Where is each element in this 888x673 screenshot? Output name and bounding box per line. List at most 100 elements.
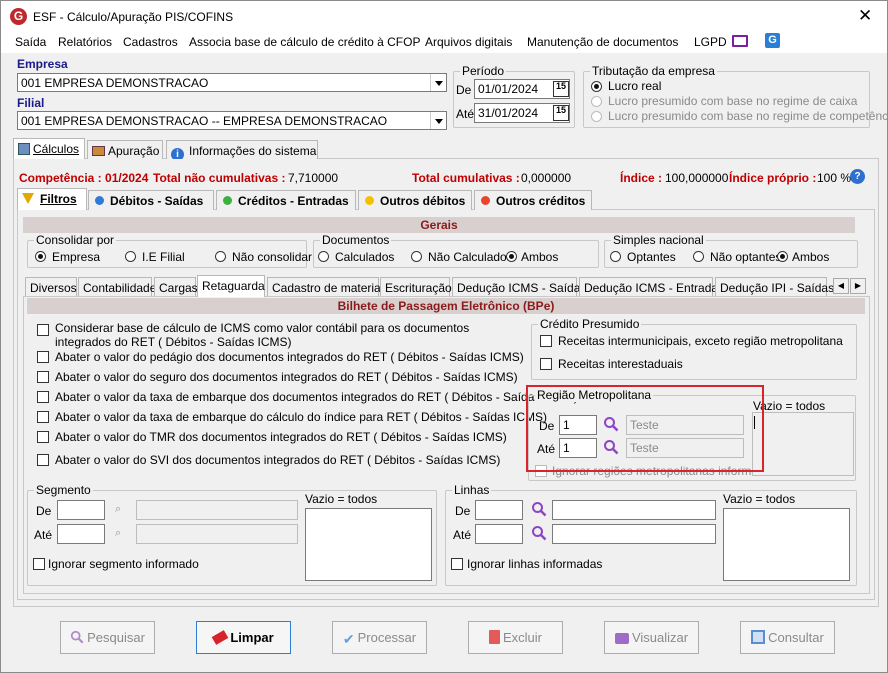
linhas-de-input[interactable] xyxy=(475,500,523,520)
processar-button[interactable]: ✔ Processar xyxy=(332,621,427,654)
radio-nao-consolidar[interactable] xyxy=(215,251,226,262)
radio-lucro-real[interactable] xyxy=(591,81,602,92)
menu-lgpd[interactable]: LGPD xyxy=(694,35,727,49)
segmento-de-input[interactable] xyxy=(57,500,105,520)
tab-retaguarda[interactable]: Retaguarda xyxy=(197,275,265,297)
help-icon[interactable]: ? xyxy=(850,169,865,184)
receitas-interestaduais-label: Receitas interestaduais xyxy=(558,357,683,371)
binoculars-icon[interactable]: ⌕ xyxy=(115,527,121,540)
tab-creditos[interactable]: Créditos - Entradas xyxy=(216,190,356,210)
radio-lucro-presumido-competencia[interactable] xyxy=(591,111,602,122)
chevron-down-icon[interactable] xyxy=(430,112,446,129)
trash-icon xyxy=(488,630,500,644)
tab-outros-creditos[interactable]: Outros créditos xyxy=(474,190,592,210)
checkbox-ignorar-segmento[interactable] xyxy=(33,558,45,570)
segmento-list[interactable] xyxy=(305,508,432,581)
lucro-real-label: Lucro real xyxy=(608,79,662,93)
menu-arquivos[interactable]: Arquivos digitais xyxy=(425,35,512,49)
limpar-label: Limpar xyxy=(230,630,274,645)
radio-ambos-documentos[interactable] xyxy=(506,251,517,262)
consultar-label: Consultar xyxy=(768,630,824,645)
checkbox-bpe-6[interactable] xyxy=(37,454,49,466)
bpe-check-label-1: Abater o valor do pedágio dos documentos… xyxy=(55,350,524,364)
menu-cadastros[interactable]: Cadastros xyxy=(123,35,178,49)
ie-filial-label: I.E Filial xyxy=(142,250,185,264)
linhas-ate-input[interactable] xyxy=(475,524,523,544)
radio-calculados[interactable] xyxy=(318,251,329,262)
menu-bar: Saída Relatórios Cadastros Associa base … xyxy=(1,31,887,53)
tab-scroll-right-icon[interactable]: ▶ xyxy=(850,278,866,294)
menu-associa[interactable]: Associa base de cálculo de crédito à CFO… xyxy=(189,35,420,49)
radio-lucro-presumido-caixa[interactable] xyxy=(591,96,602,107)
consultar-button[interactable]: Consultar xyxy=(740,621,835,654)
checkbox-ignorar-linhas[interactable] xyxy=(451,558,463,570)
visualizar-button[interactable]: Visualizar xyxy=(604,621,699,654)
excluir-button[interactable]: Excluir xyxy=(468,621,563,654)
check-icon: ✔ xyxy=(342,631,355,647)
calendar-icon[interactable]: 15 xyxy=(553,105,569,121)
tab-cargas[interactable]: Cargas xyxy=(154,277,198,296)
nao-consolidar-label: Não consolidar xyxy=(232,250,313,264)
search-icon[interactable] xyxy=(531,501,547,517)
binoculars-icon[interactable]: ⌕ xyxy=(115,503,121,516)
linhas-vazio-label: Vazio = todos xyxy=(723,492,796,506)
eraser-icon xyxy=(212,630,229,645)
calendar-icon[interactable]: 15 xyxy=(553,81,569,97)
checkbox-bpe-2[interactable] xyxy=(37,371,49,383)
lucro-presumido-caixa-label: Lucro presumido com base no regime de ca… xyxy=(608,94,858,108)
tab-debitos[interactable]: Débitos - Saídas xyxy=(88,190,214,210)
nao-optantes-label: Não optantes xyxy=(710,250,782,264)
pesquisar-button[interactable]: Pesquisar xyxy=(60,621,155,654)
menu-saida[interactable]: Saída xyxy=(15,35,46,49)
checkbox-bpe-3[interactable] xyxy=(37,391,49,403)
bpe-header: Bilhete de Passagem Eletrônico (BPe) xyxy=(27,298,865,314)
main-window: G ESF - Cálculo/Apuração PIS/COFINS ✕ Sa… xyxy=(0,0,888,673)
checkbox-bpe-4[interactable] xyxy=(37,411,49,423)
tab-outros-debitos[interactable]: Outros débitos xyxy=(358,190,472,210)
tab-diversos[interactable]: Diversos xyxy=(25,277,77,296)
tab-scroll-left-icon[interactable]: ◀ xyxy=(833,278,849,294)
empresa-select[interactable]: 001 EMPRESA DEMONSTRACAO xyxy=(17,73,447,92)
close-icon[interactable]: ✕ xyxy=(858,7,872,24)
simples-title: Simples nacional xyxy=(611,233,706,247)
radio-nao-calculados[interactable] xyxy=(411,251,422,262)
tab-deducao-icms-entradas[interactable]: Dedução ICMS - Entradas xyxy=(579,277,724,296)
radio-ambos-simples[interactable] xyxy=(777,251,788,262)
tab-cadastro-materiais[interactable]: Cadastro de materiais xyxy=(267,277,389,296)
checkbox-receitas-intermunicipais[interactable] xyxy=(540,335,552,347)
menu-manutencao[interactable]: Manutenção de documentos xyxy=(527,35,678,49)
radio-nao-optantes[interactable] xyxy=(693,251,704,262)
checkbox-bpe-1[interactable] xyxy=(37,351,49,363)
tab-deducao-ipi-saidas[interactable]: Dedução IPI - Saídas xyxy=(715,277,834,296)
radio-empresa[interactable] xyxy=(35,251,46,262)
radio-optantes[interactable] xyxy=(610,251,621,262)
indice-label: Índice : xyxy=(620,171,663,185)
checkbox-bpe-0[interactable] xyxy=(37,324,49,336)
filial-select[interactable]: 001 EMPRESA DEMONSTRACAO -- EMPRESA DEMO… xyxy=(17,111,447,130)
monitor-icon[interactable] xyxy=(732,35,748,47)
search-icon[interactable] xyxy=(531,525,547,541)
segmento-de-desc xyxy=(136,500,298,520)
chevron-down-icon[interactable] xyxy=(430,74,446,91)
credito-presumido-group: Crédito Presumido xyxy=(531,317,857,380)
tab-apuracao[interactable]: Apuração xyxy=(87,140,163,160)
processar-label: Processar xyxy=(357,630,417,645)
linhas-list[interactable] xyxy=(723,508,850,581)
limpar-button[interactable]: Limpar xyxy=(196,621,291,654)
tab-escrituracao[interactable]: Escrituração xyxy=(380,277,452,296)
search-icon xyxy=(70,630,84,644)
support-icon[interactable]: G xyxy=(765,33,780,48)
menu-relatorios[interactable]: Relatórios xyxy=(58,35,112,49)
tab-calculos[interactable]: Cálculos xyxy=(13,138,85,159)
bpe-check-label-6: Abater o valor do SVI dos documentos int… xyxy=(55,453,501,467)
tab-contabilidade[interactable]: Contabilidade xyxy=(78,277,156,296)
tab-filtros[interactable]: Filtros xyxy=(17,188,87,210)
checkbox-receitas-interestaduais[interactable] xyxy=(540,358,552,370)
tab-deducao-icms-saidas[interactable]: Dedução ICMS - Saídas xyxy=(452,277,586,296)
tab-informacoes[interactable]: i Informações do sistema xyxy=(166,140,318,161)
yellow-dot-icon xyxy=(365,196,374,205)
regiao-list[interactable] xyxy=(752,412,854,476)
checkbox-bpe-5[interactable] xyxy=(37,431,49,443)
segmento-ate-input[interactable] xyxy=(57,524,105,544)
radio-ie-filial[interactable] xyxy=(125,251,136,262)
